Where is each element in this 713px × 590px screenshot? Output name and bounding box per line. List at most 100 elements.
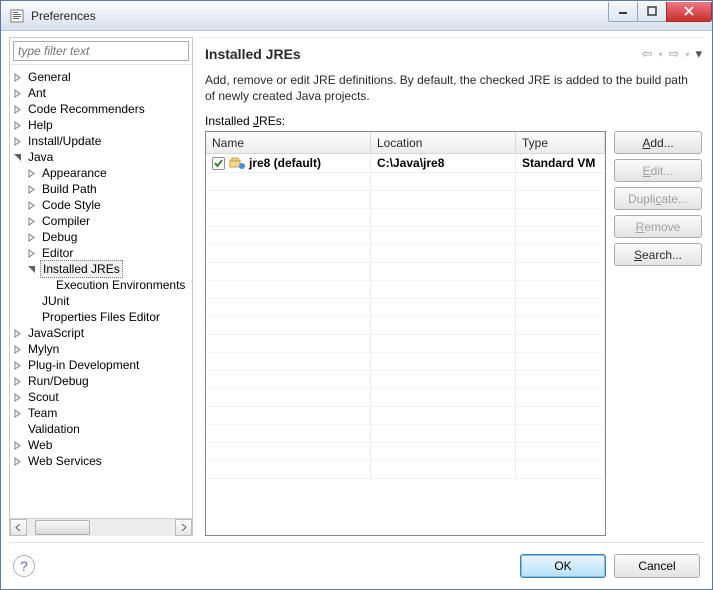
expand-icon[interactable] [12,440,23,451]
expand-icon[interactable] [12,376,23,387]
tree-item-label[interactable]: Team [26,405,59,421]
tree-item[interactable]: Web Services [12,453,192,469]
tree-item[interactable]: Installed JREs [26,261,192,277]
tree-item[interactable]: JUnit [26,293,192,309]
collapse-icon[interactable] [12,152,23,163]
jre-table[interactable]: Name Location Type jre8 (default)C:\Java… [205,131,606,536]
tree-item[interactable]: Validation [12,421,192,437]
tree-item-label[interactable]: Execution Environments [54,277,187,293]
tree-item-label[interactable]: Appearance [40,165,109,181]
tree-item[interactable]: Team [12,405,192,421]
expand-icon[interactable] [12,72,23,83]
expand-icon[interactable] [12,392,23,403]
column-name[interactable]: Name [206,132,371,153]
filter-input[interactable] [13,41,189,61]
column-type[interactable]: Type [516,132,605,153]
tree-item[interactable]: Mylyn [12,341,192,357]
tree-item[interactable]: Ant [12,85,192,101]
tree-item[interactable]: General [12,69,192,85]
tree-item[interactable]: Appearance [26,165,192,181]
scroll-thumb[interactable] [35,520,90,535]
expand-icon[interactable] [12,456,23,467]
jre-checkbox[interactable] [212,157,225,170]
tree-item-label[interactable]: Web [26,437,54,453]
tree-item-label[interactable]: Help [26,117,55,133]
tree-item[interactable]: Web [12,437,192,453]
tree-item[interactable]: Build Path [26,181,192,197]
expand-icon[interactable] [26,168,37,179]
help-icon[interactable]: ? [13,555,35,577]
tree-item[interactable]: Help [12,117,192,133]
tree-item-label[interactable]: Build Path [40,181,99,197]
duplicate-button: Duplicate... [614,187,702,210]
nav-menu-icon[interactable]: ▾ [695,46,702,62]
tree-item-label[interactable]: Scout [26,389,61,405]
close-button[interactable] [666,2,712,22]
tree-item-label[interactable]: Debug [40,229,79,245]
tree-item[interactable]: Install/Update [12,133,192,149]
expand-icon[interactable] [12,136,23,147]
tree-item-label[interactable]: Web Services [26,453,104,469]
expand-icon[interactable] [26,184,37,195]
ok-button[interactable]: OK [520,554,606,578]
expand-icon[interactable] [12,344,23,355]
scroll-right-button[interactable] [175,519,192,536]
nav-forward-icon[interactable]: ⇨ [669,46,680,62]
tree-item-label[interactable]: Plug-in Development [26,357,141,373]
cancel-button[interactable]: Cancel [614,554,700,578]
expand-icon[interactable] [12,328,23,339]
collapse-icon[interactable] [26,264,37,275]
tree-item-label[interactable]: Code Style [40,197,103,213]
tree-item[interactable]: Code Style [26,197,192,213]
tree-item-label[interactable]: Mylyn [26,341,61,357]
tree-item[interactable]: Code Recommenders [12,101,192,117]
tree-item[interactable]: Run/Debug [12,373,192,389]
tree-item[interactable]: Properties Files Editor [26,309,192,325]
tree-item-label[interactable]: JUnit [40,293,71,309]
titlebar[interactable]: Preferences [1,1,712,31]
tree-item-label[interactable]: Validation [26,421,82,437]
tree-item-label[interactable]: General [26,69,73,85]
tree-item-label[interactable]: Installed JREs [40,260,123,278]
jre-type: Standard VM [522,156,595,170]
maximize-button[interactable] [637,2,667,22]
expand-icon[interactable] [12,88,23,99]
tree-hscrollbar[interactable] [10,518,192,535]
tree-item[interactable]: Editor [26,245,192,261]
tree-pane: GeneralAntCode RecommendersHelpInstall/U… [9,37,193,536]
table-row[interactable]: jre8 (default)C:\Java\jre8Standard VM [206,154,605,173]
column-location[interactable]: Location [371,132,516,153]
jre-location: C:\Java\jre8 [377,156,444,170]
tree-item[interactable]: JavaScript [12,325,192,341]
expand-icon[interactable] [26,200,37,211]
expand-icon[interactable] [12,408,23,419]
minimize-button[interactable] [608,2,638,22]
tree-item[interactable]: Scout [12,389,192,405]
tree-item-label[interactable]: Install/Update [26,133,103,149]
tree-item-label[interactable]: Code Recommenders [26,101,147,117]
tree-item-label[interactable]: Java [26,149,55,165]
tree-item[interactable]: Execution Environments [40,277,192,293]
tree-item[interactable]: Plug-in Development [12,357,192,373]
tree-item[interactable]: Compiler [26,213,192,229]
expand-icon[interactable] [26,248,37,259]
tree-item-label[interactable]: JavaScript [26,325,86,341]
page-pane: Installed JREs ⇦ ▾ ⇨ ▾ ▾ Add, remove or … [199,37,704,536]
expand-icon[interactable] [12,104,23,115]
tree-item-label[interactable]: Compiler [40,213,92,229]
add-button[interactable]: Add... [614,131,702,154]
tree-item[interactable]: Debug [26,229,192,245]
nav-back-icon[interactable]: ⇦ [642,46,653,62]
expand-icon[interactable] [12,120,23,131]
expand-icon[interactable] [26,216,37,227]
tree-item-label[interactable]: Run/Debug [26,373,91,389]
tree-item[interactable]: Java [12,149,192,165]
tree-item-label[interactable]: Properties Files Editor [40,309,162,325]
search-button[interactable]: Search... [614,243,702,266]
tree-viewer[interactable]: GeneralAntCode RecommendersHelpInstall/U… [10,64,192,518]
tree-item-label[interactable]: Ant [26,85,48,101]
scroll-left-button[interactable] [10,519,27,536]
expand-icon[interactable] [12,360,23,371]
tree-item-label[interactable]: Editor [40,245,75,261]
expand-icon[interactable] [26,232,37,243]
